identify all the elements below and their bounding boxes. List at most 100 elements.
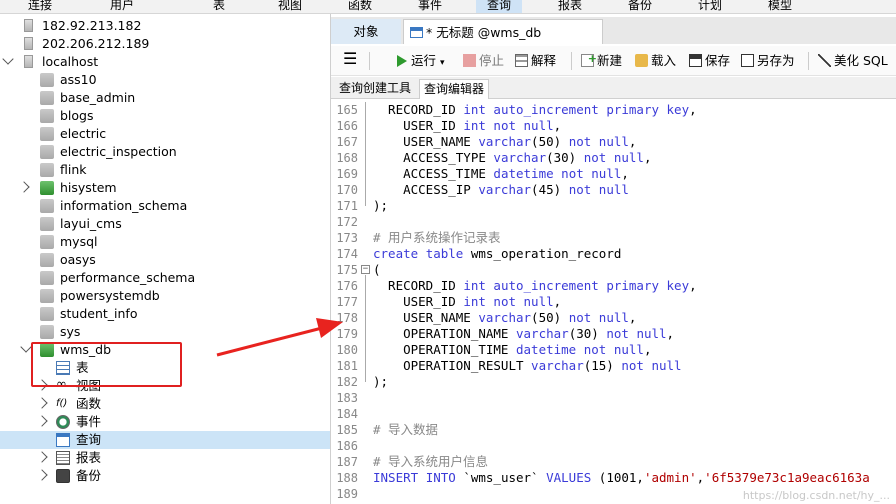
database-icon (40, 253, 54, 267)
code-line[interactable]: 183 (331, 390, 896, 406)
code-text: USER_NAME varchar(50) not null, (373, 134, 637, 149)
database-icon (40, 127, 54, 141)
line-number: 171 (336, 199, 358, 213)
code-line[interactable]: 176 RECORD_ID int auto_increment primary… (331, 278, 896, 294)
chevron-right-icon[interactable] (36, 469, 48, 481)
tree-item[interactable]: base_admin (0, 89, 330, 107)
line-number: 189 (336, 487, 358, 501)
stop-label: 停止 (479, 53, 505, 68)
tree-item[interactable]: 报表 (0, 449, 330, 467)
code-line[interactable]: 186 (331, 438, 896, 454)
code-line[interactable]: 178 USER_NAME varchar(50) not null, (331, 310, 896, 326)
tree-item[interactable]: oasys (0, 251, 330, 269)
code-line[interactable]: 165 RECORD_ID int auto_increment primary… (331, 102, 896, 118)
tree-item[interactable]: 事件 (0, 413, 330, 431)
tree-item[interactable]: sys (0, 323, 330, 341)
code-line[interactable]: 168 ACCESS_TYPE varchar(30) not null, (331, 150, 896, 166)
code-line[interactable]: 180 OPERATION_TIME datetime not null, (331, 342, 896, 358)
tree-item[interactable]: mysql (0, 233, 330, 251)
tree-item[interactable]: performance_schema (0, 269, 330, 287)
menu-item-3[interactable]: 视图 (278, 0, 302, 13)
chevron-right-icon[interactable] (36, 451, 48, 463)
menu-item-5[interactable]: 事件 (418, 0, 442, 13)
menu-item-0[interactable]: 连接 (22, 0, 58, 13)
tab-untitled-query[interactable]: * 无标题 @wms_db (localho... (403, 19, 603, 65)
tree-item-label: 事件 (76, 414, 102, 429)
menu-item-9[interactable]: 计划 (698, 0, 722, 13)
sql-editor[interactable]: 165 RECORD_ID int auto_increment primary… (331, 102, 896, 504)
code-text: ACCESS_TIME datetime not null, (373, 166, 629, 181)
menu-item-6[interactable]: 查询 (476, 0, 522, 13)
menu-item-4[interactable]: 函数 (348, 0, 372, 13)
run-icon (397, 55, 407, 67)
hamburger-icon[interactable]: ☰ (343, 50, 357, 68)
tree-item[interactable]: localhost (0, 53, 330, 71)
tree-item[interactable]: electric_inspection (0, 143, 330, 161)
code-line[interactable]: 187 # 导入系统用户信息 (331, 454, 896, 470)
subtab-0[interactable]: 查询创建工具 (335, 79, 415, 99)
beautify-sql-button[interactable]: 美化 SQL (818, 52, 888, 70)
tree-item[interactable]: ass10 (0, 71, 330, 89)
save-button[interactable]: 保存 (689, 52, 730, 70)
code-line[interactable]: 181 OPERATION_RESULT varchar(15) not nul… (331, 358, 896, 374)
run-dropdown-icon[interactable]: ▾ (440, 58, 445, 68)
tree-item[interactable]: hisystem (0, 179, 330, 197)
tree-item-label: 查询 (76, 432, 102, 447)
server-icon (24, 37, 33, 50)
stop-button[interactable]: 停止 (463, 52, 504, 70)
code-line[interactable]: 184 (331, 406, 896, 422)
menu-item-8[interactable]: 备份 (628, 0, 652, 13)
function-icon: f() (56, 398, 68, 409)
code-line[interactable]: 175 (− (331, 262, 896, 278)
chevron-right-icon[interactable] (36, 397, 48, 409)
database-open-icon (40, 181, 54, 195)
tree-item[interactable]: electric (0, 125, 330, 143)
code-line[interactable]: 182); (331, 374, 896, 390)
code-line[interactable]: 170 ACCESS_IP varchar(45) not null (331, 182, 896, 198)
tree-item[interactable]: f() 函数 (0, 395, 330, 413)
menu-item-10[interactable]: 模型 (768, 0, 792, 13)
code-line[interactable]: 172 (331, 214, 896, 230)
code-line[interactable]: 188 INSERT INTO `wms_user` VALUES (1001,'… (331, 470, 896, 486)
code-line[interactable]: 177 USER_ID int not null, (331, 294, 896, 310)
code-line[interactable]: 174 create table wms_operation_record (331, 246, 896, 262)
tree-item[interactable]: information_schema (0, 197, 330, 215)
code-line[interactable]: 171); (331, 198, 896, 214)
tree-item[interactable]: powersystemdb (0, 287, 330, 305)
tree-item[interactable]: 182.92.213.182 (0, 17, 330, 35)
tree-item[interactable]: flink (0, 161, 330, 179)
code-line[interactable]: 169 ACCESS_TIME datetime not null, (331, 166, 896, 182)
chevron-right-icon[interactable] (36, 415, 48, 427)
subtab-1[interactable]: 查询编辑器 (419, 79, 490, 99)
tab-bar: 对象 * 无标题 @wms_db (localho... (331, 17, 896, 65)
fold-toggle-icon[interactable]: − (361, 265, 370, 274)
tab-objects[interactable]: 对象 (331, 19, 401, 44)
tree-item[interactable]: 备份 (0, 467, 330, 485)
code-line[interactable]: 166 USER_ID int not null, (331, 118, 896, 134)
tree-item[interactable]: layui_cms (0, 215, 330, 233)
save-as-label: 另存为 (757, 53, 795, 68)
code-line[interactable]: 173 # 用户系统操作记录表 (331, 230, 896, 246)
chevron-down-icon[interactable] (2, 53, 14, 65)
run-button[interactable]: 运行 ▾ (397, 52, 445, 70)
chevron-right-icon[interactable] (18, 181, 30, 193)
save-as-button[interactable]: 另存为 (741, 52, 795, 70)
load-button[interactable]: 载入 (635, 52, 676, 70)
folder-icon (635, 54, 648, 67)
chevron-down-icon[interactable] (20, 341, 32, 353)
tree-item[interactable]: blogs (0, 107, 330, 125)
tree-item[interactable]: 202.206.212.189 (0, 35, 330, 53)
code-line[interactable]: 185 # 导入数据 (331, 422, 896, 438)
new-button[interactable]: + 新建 (581, 52, 622, 70)
menu-item-2[interactable]: 表 (207, 0, 231, 13)
line-number: 176 (336, 279, 358, 293)
tree-item[interactable]: student_info (0, 305, 330, 323)
code-line[interactable]: 167 USER_NAME varchar(50) not null, (331, 134, 896, 150)
menu-item-7[interactable]: 报表 (558, 0, 582, 13)
tree-item-label: oasys (60, 252, 96, 267)
menu-item-1[interactable]: 用户 (104, 0, 140, 13)
menu-bar: 连接 用户 表 视图 函数 事件 查询 报表 备份 计划 模型 (0, 0, 896, 14)
tree-item[interactable]: 查询 (0, 431, 330, 449)
code-line[interactable]: 179 OPERATION_NAME varchar(30) not null, (331, 326, 896, 342)
explain-button[interactable]: 解释 (515, 52, 556, 70)
